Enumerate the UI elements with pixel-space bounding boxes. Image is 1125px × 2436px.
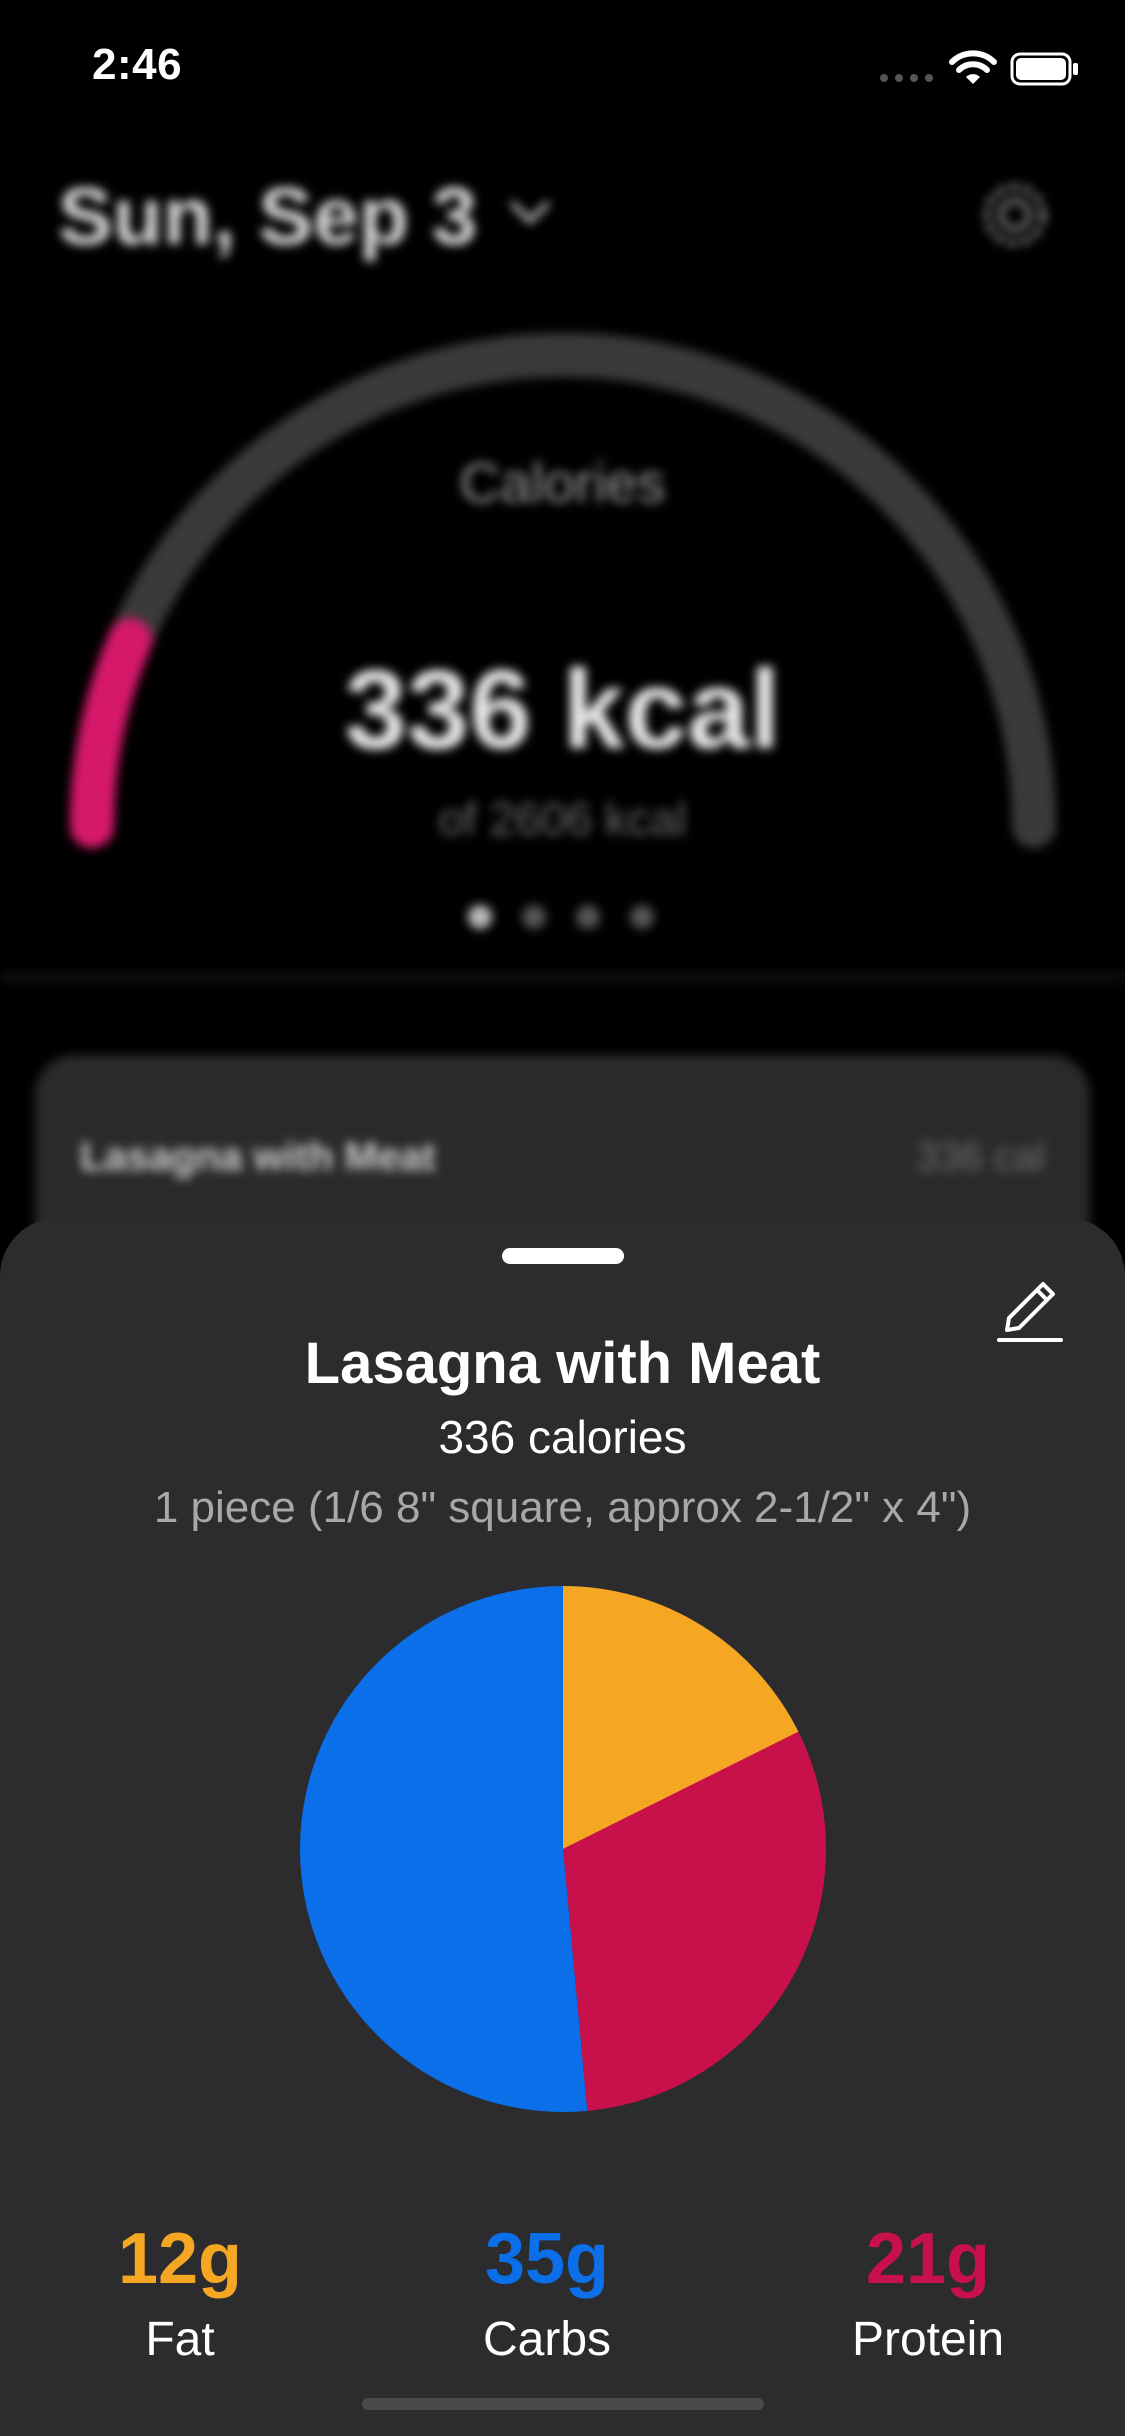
home-indicator[interactable] xyxy=(362,2398,764,2410)
gauge-value: 336 kcal xyxy=(344,647,781,772)
gauge-goal: of 2606 kcal xyxy=(438,793,687,845)
gauge-label: Calories xyxy=(459,451,666,514)
food-detail-sheet: Lasagna with Meat 336 calories 1 piece (… xyxy=(0,1218,1125,2436)
page-dot[interactable] xyxy=(468,905,492,929)
macro-protein-label: Protein xyxy=(851,2313,1005,2366)
pie-slice-carbs xyxy=(300,1586,588,2112)
macro-protein: 21g Protein xyxy=(778,2218,1078,2367)
sheet-grabber[interactable] xyxy=(502,1248,624,1264)
entry-calories: 336 cal xyxy=(916,1135,1045,1179)
food-serving-size: 1 piece (1/6 8" square, approx 2-1/2" x … xyxy=(153,1483,972,1532)
page-indicator[interactable] xyxy=(468,905,654,929)
macro-fat-amount: 12g xyxy=(117,2219,243,2299)
macro-carbs: 35g Carbs xyxy=(397,2218,697,2367)
background-screen: Sun, Sep 3 Calories 336 kcal of 2606 kca… xyxy=(0,0,1125,1305)
food-calories: 336 calories xyxy=(438,1411,687,1463)
gear-icon[interactable] xyxy=(975,175,1055,255)
date-title[interactable]: Sun, Sep 3 xyxy=(58,170,477,264)
entry-name: Lasagna with Meat xyxy=(80,1135,436,1179)
macro-pie-chart xyxy=(300,1586,827,2112)
page-dot[interactable] xyxy=(630,905,654,929)
macro-summary: 12g Fat 35g Carbs 21g Protein xyxy=(0,2218,1125,2398)
food-title: Lasagna with Meat xyxy=(304,1331,821,1396)
macro-fat-label: Fat xyxy=(145,2313,215,2366)
macro-protein-amount: 21g xyxy=(865,2219,991,2299)
macro-fat: 12g Fat xyxy=(30,2218,330,2367)
macro-carbs-amount: 35g xyxy=(484,2219,610,2299)
macro-carbs-label: Carbs xyxy=(482,2313,612,2366)
page-dot[interactable] xyxy=(576,905,600,929)
divider xyxy=(0,975,1125,979)
chevron-down-icon[interactable] xyxy=(505,188,555,238)
page-dot[interactable] xyxy=(522,905,546,929)
